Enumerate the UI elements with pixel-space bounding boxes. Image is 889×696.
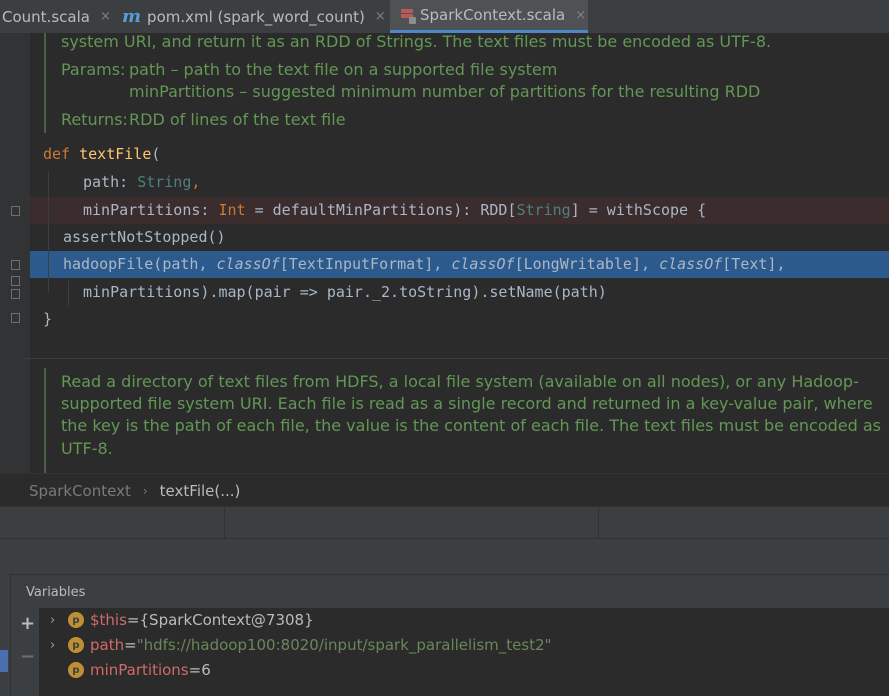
equals-sign: = (188, 661, 202, 679)
function-name: textFile (79, 145, 152, 163)
doc-text: supported file system URI. Each file is … (61, 394, 873, 413)
code-line-hadoopfile: hadoopFile(path, classOf[TextInputFormat… (63, 251, 786, 278)
code-line-path: path: String, (83, 169, 200, 196)
type-name: String (137, 173, 192, 191)
variable-value: 6 (201, 661, 211, 679)
code-line-minpartitions: minPartitions: Int = defaultMinPartition… (83, 197, 706, 224)
variable-name: $this (90, 611, 127, 629)
chevron-right-icon: › (142, 483, 148, 498)
doc-params-label: Params: (61, 60, 126, 79)
code-text: ( (151, 145, 161, 163)
variables-title: Variables (26, 585, 86, 600)
editor-tab-bar: Count.scala × m pom.xml (spark_word_coun… (0, 0, 889, 34)
variable-name: minPartitions (90, 661, 189, 679)
code-text: [Text], (722, 255, 786, 273)
separator (22, 358, 889, 359)
variable-name: path (90, 636, 125, 654)
close-icon[interactable]: × (100, 9, 111, 24)
indent-guide (68, 281, 69, 307)
equals-sign: = (126, 611, 140, 629)
code-text: ] = withScope { (570, 201, 707, 219)
parameter-badge-icon: p (68, 637, 84, 653)
tab-pom-xml[interactable]: m pom.xml (spark_word_count) × (122, 0, 386, 33)
debug-tabs-strip (0, 538, 889, 575)
variables-side-toolbar: + − (11, 608, 39, 696)
breadcrumb-method[interactable]: textFile(...) (160, 482, 241, 500)
type-name: Int (218, 201, 246, 219)
maven-m-icon: m (122, 6, 142, 27)
doc-text: UTF-8. (61, 439, 113, 458)
tab-sparkcontext-scala[interactable]: SparkContext.scala × (390, 0, 588, 33)
code-line-close-brace: } (43, 310, 53, 328)
parameter-badge-icon: p (68, 612, 84, 628)
add-watch-icon[interactable]: + (20, 613, 35, 634)
code-text: classOf (216, 255, 280, 273)
fold-marker-icon[interactable] (11, 206, 20, 216)
chevron-right-icon[interactable]: › (50, 638, 68, 653)
editor-gutter (0, 33, 30, 473)
variable-row-minpartitions[interactable]: p minPartitions = 6 (50, 659, 211, 681)
breadcrumb: SparkContext › textFile(...) (0, 473, 889, 507)
doc-param-minpartitions: minPartitions – suggested minimum number… (129, 82, 761, 101)
code-text: , (191, 173, 201, 191)
fold-marker-icon[interactable] (11, 260, 20, 270)
chevron-right-icon[interactable]: › (50, 613, 68, 628)
fold-marker-icon[interactable] (11, 313, 20, 323)
variable-row-this[interactable]: › p $this = {SparkContext@7308} (50, 609, 314, 631)
divider (598, 507, 599, 539)
type-name: String (516, 201, 571, 219)
variable-value: "hdfs://hadoop100:8020/input/spark_paral… (136, 636, 552, 654)
tab-count-scala[interactable]: Count.scala × (2, 0, 111, 33)
fold-marker-icon[interactable] (11, 289, 20, 299)
variables-panel-header: Variables (0, 574, 889, 609)
frame-indicator (0, 650, 8, 672)
code-line-map: minPartitions).map(pair => pair._2.toStr… (83, 283, 607, 301)
tab-label: SparkContext.scala (420, 6, 566, 24)
code-line-def: def textFile( (43, 141, 160, 168)
breadcrumb-class[interactable]: SparkContext (29, 482, 131, 500)
doc-text: system URI, and return it as an RDD of S… (61, 33, 772, 51)
doc-param-path: path – path to the text file on a suppor… (129, 60, 558, 79)
fold-marker-icon[interactable] (11, 276, 20, 286)
doc-returns-label: Returns: (61, 110, 128, 129)
doc-indicator-bar (44, 368, 46, 473)
doc-indicator-bar (44, 33, 46, 133)
code-text: [LongWritable], (514, 255, 660, 273)
tab-label: Count.scala (2, 7, 90, 26)
parameter-badge-icon: p (68, 662, 84, 678)
scala-file-icon (400, 7, 416, 24)
divider (224, 507, 225, 539)
doc-returns: RDD of lines of the text file (129, 110, 346, 129)
equals-sign: = (124, 636, 137, 654)
keyword: def (43, 145, 71, 163)
close-icon[interactable]: × (375, 9, 386, 24)
code-text: classOf (451, 255, 515, 273)
code-editor[interactable]: system URI, and return it as an RDD of S… (0, 33, 889, 473)
doc-text: Read a directory of text files from HDFS… (61, 372, 859, 391)
variable-row-path[interactable]: › p path = "hdfs://hadoop100:8020/input/… (50, 634, 552, 656)
code-text: = defaultMinPartitions): RDD[ (245, 201, 517, 219)
remove-watch-icon[interactable]: − (20, 646, 35, 667)
debug-toolbar (0, 506, 889, 539)
code-text: minPartitions: (83, 201, 219, 219)
doc-text: the key is the path of each file, the va… (61, 416, 881, 435)
code-text: path: (83, 173, 138, 191)
tab-label: pom.xml (spark_word_count) (147, 7, 365, 26)
left-tool-strip (0, 574, 11, 696)
indent-guide (48, 172, 49, 292)
variable-value: {SparkContext@7308} (139, 611, 314, 629)
close-icon[interactable]: × (575, 8, 586, 23)
code-text: hadoopFile(path, (63, 255, 217, 273)
code-line-assert: assertNotStopped() (63, 228, 226, 246)
code-text: classOf (659, 255, 723, 273)
code-text: [TextInputFormat], (279, 255, 452, 273)
